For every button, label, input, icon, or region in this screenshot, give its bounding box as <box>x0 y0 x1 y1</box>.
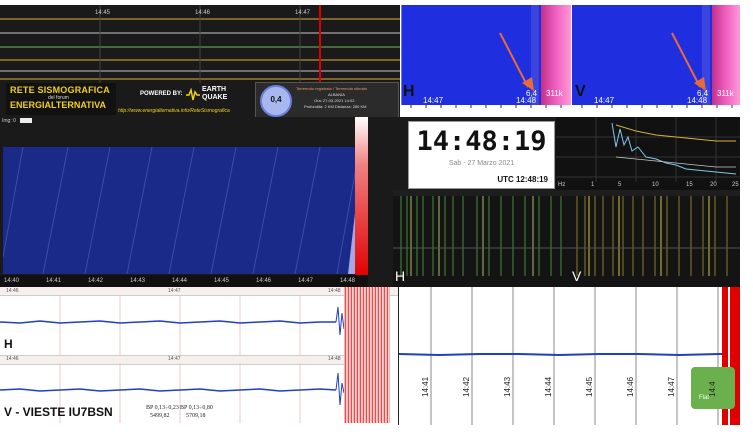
quake-line: Profondità: 2 KM Distanza: 280 KM <box>304 104 367 109</box>
time-tick: 14:42 <box>88 278 104 284</box>
bandpass-1-value: 5499,82 <box>150 413 170 419</box>
helicorder-h-plot <box>393 196 569 276</box>
freq-unit: Hz <box>558 182 566 188</box>
magnitude-value: 0,4 <box>270 95 282 104</box>
time-tick: 14:48 <box>328 288 341 294</box>
time-tick: 14:44 <box>544 376 553 397</box>
freq-label: 311k <box>546 89 563 98</box>
spectrogram-v-panel: V 6,4 311k 14:47 14:48 <box>572 5 740 117</box>
time-tick: 14:41 <box>421 376 430 397</box>
time-tick: 14:47 <box>168 356 181 362</box>
time-axis <box>401 105 571 117</box>
earthquake-logo: EARTH QUAKE <box>186 85 236 105</box>
time-tick: 14:43 <box>130 278 146 284</box>
clock-panel: 14:48:19 Sab - 27 Marzo 2021 UTC 12:48:1… <box>401 117 556 190</box>
seismic-wave-icon <box>186 88 200 101</box>
network-logo: RETE SISMOGRAFICA del forum ENERGIALTERN… <box>6 83 116 115</box>
trace-time-label: 14:46 <box>195 10 211 16</box>
freq-tick: 25 <box>732 182 739 188</box>
bandpass-2-value: 5709,18 <box>186 413 206 419</box>
time-tick: 14:45 <box>585 376 594 397</box>
helicorder-v-plot <box>569 196 740 276</box>
time-tick: 14:46 <box>626 376 635 397</box>
clock-time: 14:48:19 <box>416 126 547 157</box>
freq-label: 311k <box>717 89 734 98</box>
spectrogram-h-panel: H 6,4 311k 14:47 14:48 <box>401 5 571 117</box>
network-url[interactable]: http://www.energialternativa.info/ReteSi… <box>118 108 230 114</box>
time-tick: 14:45 <box>214 278 230 284</box>
helicorder-h-panel: H <box>393 190 569 287</box>
time-tick: 14:41 <box>46 278 62 284</box>
freq-tick: 20 <box>710 182 717 188</box>
alert-bar <box>355 117 368 277</box>
quake-info-box: 0,4 Terremoto registrato / Terremoto sti… <box>255 82 399 117</box>
time-label: 14:47 <box>423 96 444 105</box>
time-label: 14:48 <box>516 96 537 105</box>
brand-earth: EARTH <box>202 86 227 93</box>
time-label: 14:47 <box>594 96 615 105</box>
quake-line: Ora: 27-03-2021 14:02 <box>314 98 355 103</box>
channel-label-h: H <box>403 83 415 100</box>
time-tick: 14:48 <box>328 356 341 362</box>
time-tick: 14:42 <box>462 376 471 397</box>
arrow-indicator <box>671 32 706 91</box>
long-trace-panel: Flat 14:41 14:42 14:43 14:44 14:45 14:46… <box>398 287 740 425</box>
spectrum-axis: Hz 1 5 10 15 20 25 <box>556 182 740 190</box>
trace-time-label: 14:47 <box>295 10 311 16</box>
bandpass-1: BP 0,13÷0,23 <box>146 405 179 411</box>
time-tick: 14:46 <box>6 288 19 294</box>
waterfall-plot <box>3 147 358 274</box>
arrow-indicator <box>499 32 534 91</box>
channel-label-v: V <box>572 268 582 284</box>
time-axis <box>572 105 740 117</box>
freq-tick: 10 <box>652 182 659 188</box>
waterfall-panel: Img: 0 14:40 14:41 14:42 14:43 14:44 14:… <box>0 117 368 287</box>
freq-tick: 1 <box>591 182 595 188</box>
time-tick: 14:40 <box>4 278 20 284</box>
powered-by-label: POWERED BY: <box>140 91 183 97</box>
time-tick: 14:43 <box>503 376 512 397</box>
time-tick: 14:46 <box>256 278 272 284</box>
seismograph-overview-panel: 14:45 14:46 14:47 RETE SISMOGRAFICA del … <box>0 5 400 117</box>
long-trace-plot <box>399 287 728 425</box>
spectrum-plot <box>556 117 740 182</box>
network-name: ENERGIALTERNATIVA <box>10 100 106 110</box>
time-label: 14:48 <box>687 96 708 105</box>
trace-v-label: V - VIESTE IU7BSN <box>4 405 113 419</box>
trace-h-label: H <box>4 337 13 351</box>
time-tick: 14:44 <box>172 278 188 284</box>
helicorder-v-panel: V <box>569 190 740 287</box>
clock-date: Sab - 27 Marzo 2021 <box>448 160 515 167</box>
trace-time-label: 14:45 <box>95 10 111 16</box>
traces-panel: 14:46 14:47 14:48 H 14:46 14:47 14:48 V … <box>0 287 398 425</box>
alert-burst <box>344 287 390 423</box>
network-title: RETE SISMOGRAFICA <box>10 85 110 95</box>
trace-h-plot <box>0 295 345 355</box>
time-tick: 14:47 <box>298 278 314 284</box>
channel-label-v: V <box>575 83 586 100</box>
clock-utc: UTC 12:48:19 <box>497 175 548 184</box>
waterfall-time-axis: 14:40 14:41 14:42 14:43 14:44 14:45 14:4… <box>0 275 368 287</box>
time-tick: 14:46 <box>6 356 19 362</box>
bandpass-2: BP 0,13÷0,80 <box>180 405 213 411</box>
time-tick: 14:48 <box>340 278 356 284</box>
freq-tick: 15 <box>686 182 693 188</box>
spectrum-panel: Hz 1 5 10 15 20 25 <box>556 117 740 190</box>
channel-label-h: H <box>395 268 406 284</box>
quake-line: Terremoto registrato / Terremoto stimato <box>296 86 368 91</box>
waterfall-header: Img: 0 <box>2 118 16 124</box>
time-tick: 14:47 <box>667 376 676 397</box>
time-tick: 14:47 <box>168 288 181 294</box>
magnitude-badge: 0,4 <box>260 85 292 117</box>
freq-tick: 5 <box>618 182 622 188</box>
quake-line: ALBANIA <box>328 92 345 97</box>
brand-quake: QUAKE <box>202 94 228 101</box>
time-tick: 14:4 <box>708 381 717 397</box>
